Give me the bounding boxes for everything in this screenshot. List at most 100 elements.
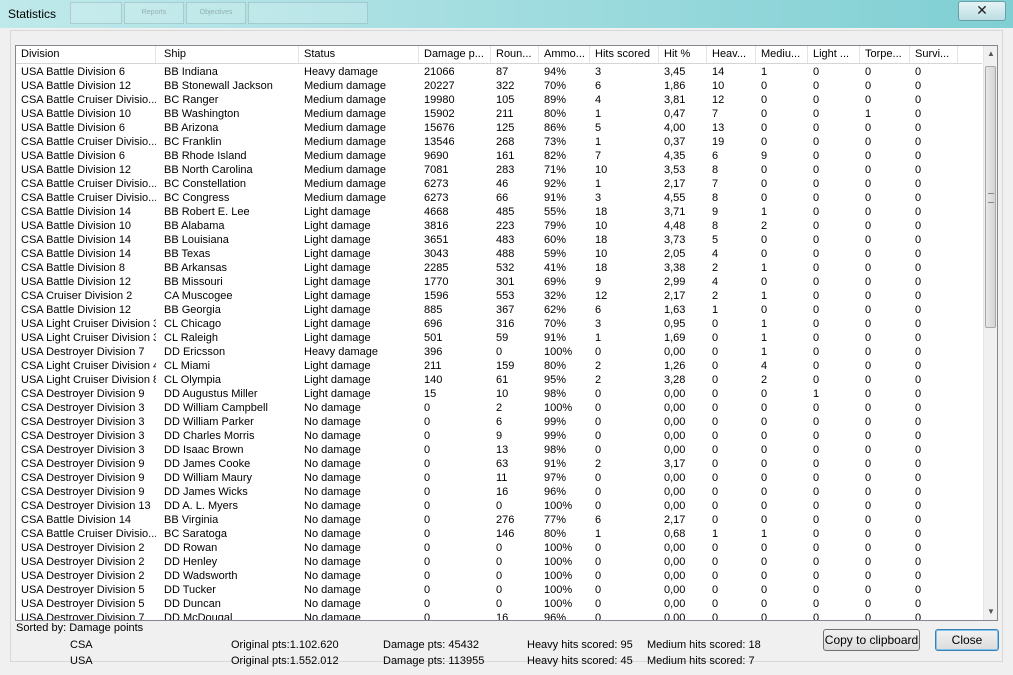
cell-damage-points: 0: [424, 570, 431, 582]
table-row[interactable]: USA Battle Division 12 BB Missouri Light d…: [16, 275, 982, 289]
table-row[interactable]: USA Destroyer Division 7 DD McDougal No da…: [16, 611, 982, 620]
table-row[interactable]: USA Destroyer Division 2 DD Rowan No damag…: [16, 541, 982, 555]
table-row[interactable]: CSA Battle Cruiser Divisio... BC Constell…: [16, 177, 982, 191]
title-bar[interactable]: Statistics Reports Objectives ✕: [0, 0, 1013, 28]
scroll-thumb[interactable]: [985, 66, 996, 328]
column-header-survival[interactable]: Survi...: [910, 46, 958, 63]
table-row[interactable]: CSA Destroyer Division 9 DD Augustus Mill…: [16, 387, 982, 401]
table-row[interactable]: USA Light Cruiser Division 3 CL Chicago Li…: [16, 317, 982, 331]
vertical-scrollbar[interactable]: ▲ ▼: [983, 46, 997, 620]
column-header-damage-points[interactable]: Damage p...: [419, 46, 491, 63]
table-row[interactable]: CSA Battle Division 14 BB Virginia No dama…: [16, 513, 982, 527]
cell-hit-pct: 0,00: [664, 444, 686, 456]
column-header-hits-scored[interactable]: Hits scored: [590, 46, 659, 63]
copy-to-clipboard-button[interactable]: Copy to clipboard: [823, 629, 920, 651]
column-header-torpedo[interactable]: Torpe...: [860, 46, 910, 63]
table-row[interactable]: CSA Destroyer Division 3 DD Isaac Brown No…: [16, 443, 982, 457]
cell-damage-points: 696: [424, 318, 443, 330]
table-row[interactable]: USA Battle Division 12 BB Stonewall Jacks…: [16, 79, 982, 93]
cell-torpedo: 0: [865, 192, 872, 204]
cell-medium: 0: [761, 192, 768, 204]
table-row[interactable]: USA Light Cruiser Division 3 CL Raleigh Li…: [16, 331, 982, 345]
cell-hits-scored: 2: [595, 458, 602, 470]
column-header-ammo[interactable]: Ammo...: [539, 46, 590, 63]
table-row[interactable]: CSA Battle Division 14 BB Robert E. Lee Li…: [16, 205, 982, 219]
cell-rounds: 322: [496, 80, 515, 92]
cell-status: Light damage: [304, 318, 371, 330]
cell-division: USA Destroyer Division 2: [21, 570, 145, 582]
table-row[interactable]: CSA Destroyer Division 9 DD William Maury…: [16, 471, 982, 485]
cell-hits-scored: 0: [595, 402, 602, 414]
table-row[interactable]: CSA Battle Division 12 BB Georgia Light da…: [16, 303, 982, 317]
table-row[interactable]: CSA Battle Cruiser Divisio... BC Franklin…: [16, 135, 982, 149]
cell-ship: BB Indiana: [164, 66, 218, 78]
table-row[interactable]: USA Battle Division 6 BB Arizona Medium da…: [16, 121, 982, 135]
table-row[interactable]: USA Battle Division 10 BB Washington Mediu…: [16, 107, 982, 121]
cell-division: USA Battle Division 6: [21, 122, 125, 134]
table-row[interactable]: CSA Battle Cruiser Divisio... BC Ranger Me…: [16, 93, 982, 107]
table-row[interactable]: CSA Destroyer Division 3 DD William Parke…: [16, 415, 982, 429]
cell-torpedo: 0: [865, 444, 872, 456]
cell-medium: 1: [761, 66, 768, 78]
cell-hits-scored: 0: [595, 598, 602, 610]
cell-heavy: 8: [712, 164, 719, 176]
cell-status: Light damage: [304, 332, 371, 344]
cell-survival: 0: [915, 248, 922, 260]
column-header-hit-pct[interactable]: Hit %: [659, 46, 707, 63]
cell-hit-pct: 0,00: [664, 500, 686, 512]
table-row[interactable]: CSA Destroyer Division 9 DD James Wicks No…: [16, 485, 982, 499]
table-row[interactable]: USA Destroyer Division 2 DD Henley No dama…: [16, 555, 982, 569]
column-header-status[interactable]: Status: [299, 46, 419, 63]
table-row[interactable]: USA Battle Division 6 BB Indiana Heavy dam…: [16, 65, 982, 79]
column-header-light[interactable]: Light ...: [808, 46, 860, 63]
close-button[interactable]: Close: [935, 629, 999, 651]
cell-hits-scored: 18: [595, 206, 608, 218]
scroll-up-arrow-icon[interactable]: ▲: [984, 46, 997, 62]
cell-hits-scored: 1: [595, 136, 602, 148]
table-row[interactable]: CSA Battle Cruiser Divisio... BC Congress…: [16, 191, 982, 205]
scroll-down-arrow-icon[interactable]: ▼: [984, 604, 997, 620]
table-row[interactable]: USA Destroyer Division 7 DD Ericsson Heavy…: [16, 345, 982, 359]
table-row[interactable]: USA Destroyer Division 5 DD Tucker No dama…: [16, 583, 982, 597]
table-row[interactable]: CSA Cruiser Division 2 CA Muscogee Light d…: [16, 289, 982, 303]
cell-survival: 0: [915, 332, 922, 344]
column-header-rounds[interactable]: Roun...: [491, 46, 539, 63]
column-header-division[interactable]: Division: [16, 46, 156, 63]
cell-hits-scored: 6: [595, 514, 602, 526]
table-row[interactable]: CSA Destroyer Division 3 DD Charles Morri…: [16, 429, 982, 443]
table-row[interactable]: USA Battle Division 10 BB Alabama Light da…: [16, 219, 982, 233]
table-row[interactable]: CSA Battle Division 8 BB Arkansas Light da…: [16, 261, 982, 275]
table-body[interactable]: USA Battle Division 6 BB Indiana Heavy dam…: [16, 65, 982, 620]
cell-torpedo: 0: [865, 486, 872, 498]
column-header-ship[interactable]: Ship: [159, 46, 299, 63]
column-header-medium[interactable]: Mediu...: [756, 46, 808, 63]
table-row[interactable]: CSA Destroyer Division 9 DD James Cooke No…: [16, 457, 982, 471]
table-row[interactable]: CSA Destroyer Division 13 DD A. L. Myers N…: [16, 499, 982, 513]
column-header-heavy[interactable]: Heav...: [707, 46, 756, 63]
table-row[interactable]: CSA Battle Division 14 BB Texas Light dama…: [16, 247, 982, 261]
table-row[interactable]: CSA Battle Cruiser Divisio... BC Saratoga…: [16, 527, 982, 541]
cell-medium: 0: [761, 248, 768, 260]
cell-status: Light damage: [304, 262, 371, 274]
cell-torpedo: 0: [865, 332, 872, 344]
table-row[interactable]: USA Battle Division 6 BB Rhode Island Medi…: [16, 149, 982, 163]
cell-light: 0: [813, 150, 820, 162]
table-row[interactable]: CSA Battle Division 14 BB Louisiana Light …: [16, 233, 982, 247]
cell-ship: BB Louisiana: [164, 234, 229, 246]
cell-light: 0: [813, 346, 820, 358]
statistics-table[interactable]: Division Ship Status Damage p... Roun... Ammo…: [15, 45, 998, 621]
cell-division: USA Light Cruiser Division 3: [21, 332, 156, 344]
close-icon[interactable]: ✕: [958, 1, 1006, 21]
cell-heavy: 0: [712, 514, 719, 526]
table-row[interactable]: USA Destroyer Division 2 DD Wadsworth No d…: [16, 569, 982, 583]
cell-light: 0: [813, 556, 820, 568]
cell-ammo: 69%: [544, 276, 567, 288]
table-row[interactable]: USA Destroyer Division 5 DD Duncan No dama…: [16, 597, 982, 611]
table-row[interactable]: CSA Destroyer Division 3 DD William Campb…: [16, 401, 982, 415]
table-row[interactable]: CSA Light Cruiser Division 4 CL Miami Ligh…: [16, 359, 982, 373]
cell-medium: 1: [761, 206, 768, 218]
table-row[interactable]: USA Light Cruiser Division 8 CL Olympia Li…: [16, 373, 982, 387]
cell-damage-points: 0: [424, 416, 431, 428]
table-row[interactable]: USA Battle Division 12 BB North Carolina M…: [16, 163, 982, 177]
cell-ammo: 89%: [544, 94, 567, 106]
